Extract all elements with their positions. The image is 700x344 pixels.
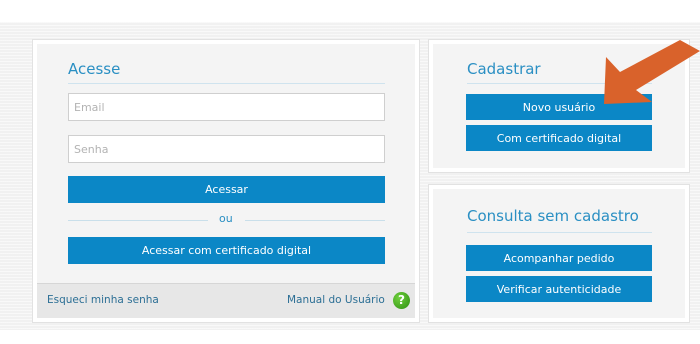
question-circle-icon[interactable]: ? (393, 292, 410, 309)
lookup-title-rule (467, 232, 652, 233)
register-certificate-button[interactable]: Com certificado digital (466, 125, 652, 151)
password-field[interactable] (68, 135, 385, 163)
lookup-title: Consulta sem cadastro (467, 207, 639, 225)
register-title: Cadastrar (467, 60, 541, 78)
lookup-panel: Consulta sem cadastro Acompanhar pedido … (428, 184, 690, 323)
forgot-password-link[interactable]: Esqueci minha senha (47, 294, 159, 306)
or-divider-left (68, 220, 208, 221)
login-panel: Acesse Acessar ou Acessar com certificad… (32, 39, 420, 323)
pointer-arrow-icon (604, 40, 700, 104)
top-strip (0, 0, 700, 22)
or-divider-right (245, 220, 385, 221)
login-title-rule (68, 83, 385, 84)
verify-authenticity-button[interactable]: Verificar autenticidade (466, 276, 652, 302)
bottom-strip (0, 330, 700, 344)
email-field[interactable] (68, 93, 385, 121)
user-manual-link[interactable]: Manual do Usuário (287, 294, 385, 306)
login-button[interactable]: Acessar (68, 176, 385, 203)
track-request-button[interactable]: Acompanhar pedido (466, 245, 652, 271)
or-label: ou (219, 212, 233, 225)
certificate-login-button[interactable]: Acessar com certificado digital (68, 237, 385, 264)
login-footer: Esqueci minha senha Manual do Usuário ? (37, 283, 415, 318)
login-title: Acesse (68, 60, 121, 78)
